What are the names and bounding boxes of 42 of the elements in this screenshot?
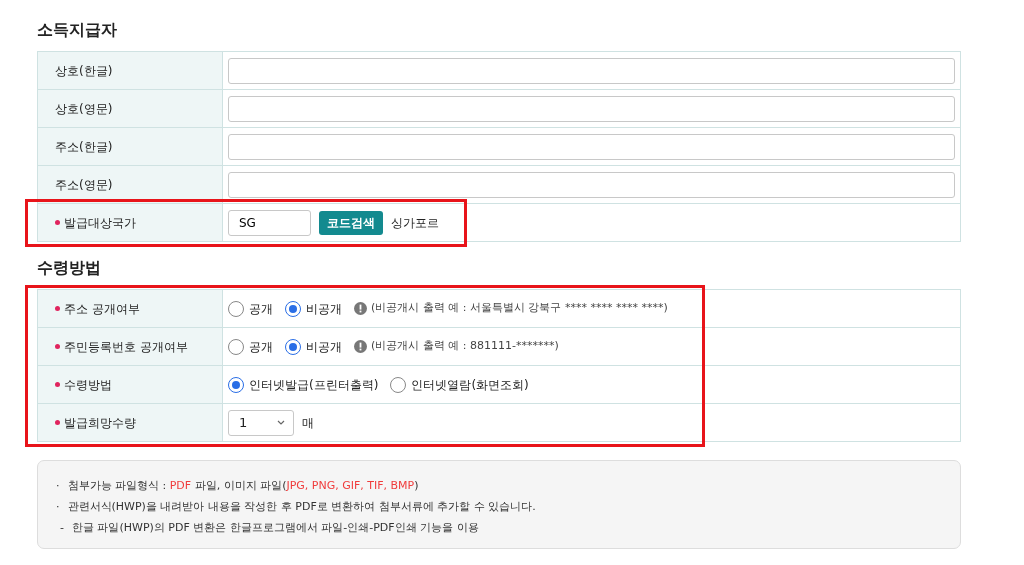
note-text: 첨부가능 파일형식 : PDF 파일, 이미지 파일(JPG, PNG, GIF, TIF, BMP) — [67, 478, 419, 494]
text-field[interactable] — [228, 57, 955, 84]
chevron-down-icon — [277, 419, 285, 426]
country-name: 싱가포르 — [391, 214, 439, 232]
radio-label[interactable]: 인터넷발급(프린터출력) — [249, 375, 379, 394]
bullet: - — [60, 520, 64, 536]
radio-button[interactable] — [390, 376, 407, 393]
radio-label[interactable]: 비공개 — [306, 337, 342, 356]
code-search-button[interactable]: 코드검색 — [319, 210, 383, 235]
section-title: 소득지급자 — [37, 19, 118, 41]
hint-text: (비공개시 출력 예 : 서울특별시 강북구 **** **** **** ****) — [371, 300, 668, 317]
radio-label[interactable]: 비공개 — [306, 299, 342, 318]
field-label: 주민등록번호 공개여부 — [37, 327, 223, 366]
field-label: 수령방법 — [37, 365, 223, 404]
section-title: 수령방법 — [37, 257, 102, 279]
field-label: 상호(한글) — [37, 51, 223, 90]
field-label: 주소 공개여부 — [37, 289, 223, 328]
quantity-select[interactable]: 1 — [228, 409, 294, 436]
field-label: 발급대상국가 — [37, 203, 223, 242]
field-label: 주소(한글) — [37, 127, 223, 166]
bullet: · — [56, 499, 60, 515]
radio-button[interactable] — [228, 338, 244, 355]
note-text: 관련서식(HWP)을 내려받아 내용을 작성한 후 PDF로 변환하여 첨부서류에 추가할 수 있습니다. — [67, 499, 536, 515]
radio-button[interactable] — [285, 300, 301, 317]
bullet: · — [56, 478, 60, 494]
country-code-field[interactable]: SG — [228, 209, 311, 236]
radio-button[interactable] — [228, 300, 244, 317]
radio-label[interactable]: 공개 — [249, 337, 273, 356]
text-field[interactable] — [228, 133, 955, 160]
exclamation-icon — [354, 302, 367, 315]
radio-button[interactable] — [228, 376, 244, 393]
text-field[interactable] — [228, 95, 955, 122]
radio-label[interactable]: 공개 — [249, 299, 273, 318]
field-label: 발급희망수량 — [37, 403, 223, 442]
exclamation-icon — [354, 340, 367, 353]
text-field[interactable] — [228, 171, 955, 198]
hint-text: (비공개시 출력 예 : 881111-*******) — [371, 338, 559, 355]
field-label: 상호(영문) — [37, 89, 223, 128]
radio-button[interactable] — [285, 338, 301, 355]
unit-label: 매 — [302, 414, 314, 432]
note-text: 한글 파일(HWP)의 PDF 변환은 한글프로그램에서 파일-인쇄-PDF인쇄 기능을 이용 — [72, 520, 479, 536]
radio-label[interactable]: 인터넷열람(화면조회) — [411, 375, 529, 394]
